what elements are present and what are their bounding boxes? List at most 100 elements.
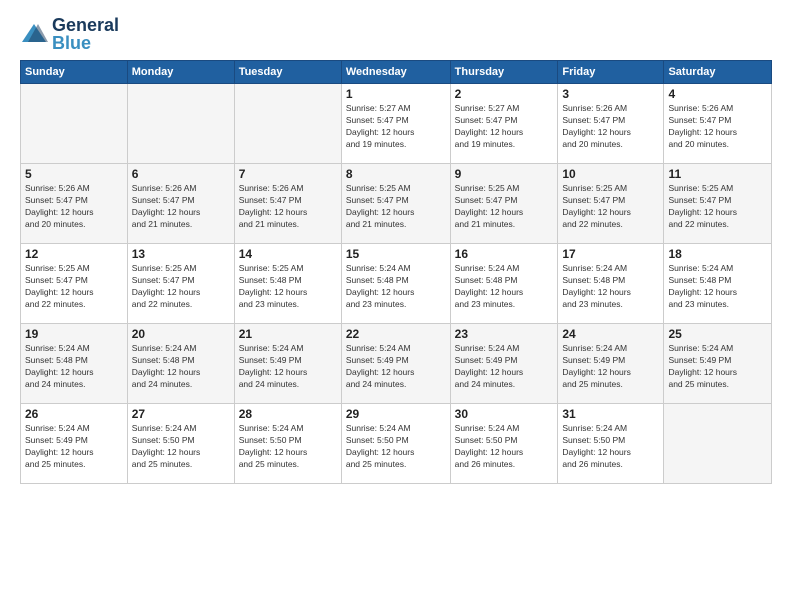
day-cell: 21 Sunrise: 5:24 AM Sunset: 5:49 PM Dayli… bbox=[234, 324, 341, 404]
day-cell: 29 Sunrise: 5:24 AM Sunset: 5:50 PM Dayli… bbox=[341, 404, 450, 484]
day-cell: 9 Sunrise: 5:25 AM Sunset: 5:47 PM Daylig… bbox=[450, 164, 558, 244]
day-info: Sunrise: 5:25 AM Sunset: 5:47 PM Dayligh… bbox=[455, 183, 554, 231]
day-info: Sunrise: 5:26 AM Sunset: 5:47 PM Dayligh… bbox=[668, 103, 767, 151]
day-info: Sunrise: 5:27 AM Sunset: 5:47 PM Dayligh… bbox=[346, 103, 446, 151]
weekday-header-saturday: Saturday bbox=[664, 61, 772, 84]
day-info: Sunrise: 5:24 AM Sunset: 5:48 PM Dayligh… bbox=[668, 263, 767, 311]
day-info: Sunrise: 5:24 AM Sunset: 5:49 PM Dayligh… bbox=[668, 343, 767, 391]
weekday-header-tuesday: Tuesday bbox=[234, 61, 341, 84]
day-number: 12 bbox=[25, 247, 123, 261]
day-info: Sunrise: 5:24 AM Sunset: 5:49 PM Dayligh… bbox=[239, 343, 337, 391]
weekday-header-sunday: Sunday bbox=[21, 61, 128, 84]
day-info: Sunrise: 5:25 AM Sunset: 5:47 PM Dayligh… bbox=[346, 183, 446, 231]
week-row-2: 5 Sunrise: 5:26 AM Sunset: 5:47 PM Daylig… bbox=[21, 164, 772, 244]
day-cell: 26Sunrise: 5:24 AM Sunset: 5:49 PM Dayli… bbox=[21, 404, 128, 484]
logo-icon bbox=[20, 22, 48, 46]
day-cell: 25 Sunrise: 5:24 AM Sunset: 5:49 PM Dayli… bbox=[664, 324, 772, 404]
day-info: Sunrise: 5:24 AM Sunset: 5:50 PM Dayligh… bbox=[132, 423, 230, 471]
day-info: Sunrise: 5:24 AM Sunset: 5:50 PM Dayligh… bbox=[562, 423, 659, 471]
day-number: 14 bbox=[239, 247, 337, 261]
day-cell: 22Sunrise: 5:24 AM Sunset: 5:49 PM Dayli… bbox=[341, 324, 450, 404]
day-number: 9 bbox=[455, 167, 554, 181]
day-cell: 6 Sunrise: 5:26 AM Sunset: 5:47 PM Daylig… bbox=[127, 164, 234, 244]
day-info: Sunrise: 5:24 AM Sunset: 5:50 PM Dayligh… bbox=[455, 423, 554, 471]
day-cell bbox=[234, 84, 341, 164]
weekday-header-row: SundayMondayTuesdayWednesdayThursdayFrid… bbox=[21, 61, 772, 84]
day-cell: 15 Sunrise: 5:24 AM Sunset: 5:48 PM Dayli… bbox=[341, 244, 450, 324]
header: GeneralBlue bbox=[20, 16, 772, 52]
day-number: 31 bbox=[562, 407, 659, 421]
day-info: Sunrise: 5:24 AM Sunset: 5:48 PM Dayligh… bbox=[562, 263, 659, 311]
day-number: 6 bbox=[132, 167, 230, 181]
logo-text: GeneralBlue bbox=[52, 16, 119, 52]
day-number: 21 bbox=[239, 327, 337, 341]
day-cell: 7Sunrise: 5:26 AM Sunset: 5:47 PM Daylig… bbox=[234, 164, 341, 244]
day-info: Sunrise: 5:24 AM Sunset: 5:48 PM Dayligh… bbox=[346, 263, 446, 311]
day-cell: 20 Sunrise: 5:24 AM Sunset: 5:48 PM Dayli… bbox=[127, 324, 234, 404]
day-cell bbox=[21, 84, 128, 164]
week-row-4: 19 Sunrise: 5:24 AM Sunset: 5:48 PM Dayli… bbox=[21, 324, 772, 404]
day-number: 25 bbox=[668, 327, 767, 341]
week-row-3: 12 Sunrise: 5:25 AM Sunset: 5:47 PM Dayli… bbox=[21, 244, 772, 324]
day-cell: 18 Sunrise: 5:24 AM Sunset: 5:48 PM Dayli… bbox=[664, 244, 772, 324]
day-number: 5 bbox=[25, 167, 123, 181]
day-info: Sunrise: 5:26 AM Sunset: 5:47 PM Dayligh… bbox=[562, 103, 659, 151]
weekday-header-thursday: Thursday bbox=[450, 61, 558, 84]
day-cell bbox=[127, 84, 234, 164]
day-cell bbox=[664, 404, 772, 484]
day-info: Sunrise: 5:25 AM Sunset: 5:47 PM Dayligh… bbox=[25, 263, 123, 311]
day-cell: 24Sunrise: 5:24 AM Sunset: 5:49 PM Dayli… bbox=[558, 324, 664, 404]
day-number: 2 bbox=[455, 87, 554, 101]
logo: GeneralBlue bbox=[20, 16, 119, 52]
day-info: Sunrise: 5:24 AM Sunset: 5:48 PM Dayligh… bbox=[455, 263, 554, 311]
day-number: 20 bbox=[132, 327, 230, 341]
day-info: Sunrise: 5:26 AM Sunset: 5:47 PM Dayligh… bbox=[132, 183, 230, 231]
day-number: 19 bbox=[25, 327, 123, 341]
day-cell: 4 Sunrise: 5:26 AM Sunset: 5:47 PM Daylig… bbox=[664, 84, 772, 164]
day-number: 13 bbox=[132, 247, 230, 261]
day-number: 16 bbox=[455, 247, 554, 261]
day-number: 10 bbox=[562, 167, 659, 181]
day-number: 8 bbox=[346, 167, 446, 181]
day-info: Sunrise: 5:25 AM Sunset: 5:47 PM Dayligh… bbox=[668, 183, 767, 231]
day-info: Sunrise: 5:24 AM Sunset: 5:49 PM Dayligh… bbox=[455, 343, 554, 391]
day-number: 18 bbox=[668, 247, 767, 261]
day-number: 29 bbox=[346, 407, 446, 421]
day-number: 28 bbox=[239, 407, 337, 421]
day-info: Sunrise: 5:24 AM Sunset: 5:49 PM Dayligh… bbox=[562, 343, 659, 391]
day-number: 3 bbox=[562, 87, 659, 101]
day-number: 26 bbox=[25, 407, 123, 421]
day-cell: 19 Sunrise: 5:24 AM Sunset: 5:48 PM Dayli… bbox=[21, 324, 128, 404]
day-cell: 17 Sunrise: 5:24 AM Sunset: 5:48 PM Dayli… bbox=[558, 244, 664, 324]
day-number: 17 bbox=[562, 247, 659, 261]
page: GeneralBlue SundayMondayTuesdayWednesday… bbox=[0, 0, 792, 612]
day-cell: 2Sunrise: 5:27 AM Sunset: 5:47 PM Daylig… bbox=[450, 84, 558, 164]
day-cell: 10 Sunrise: 5:25 AM Sunset: 5:47 PM Dayli… bbox=[558, 164, 664, 244]
day-cell: 8 Sunrise: 5:25 AM Sunset: 5:47 PM Daylig… bbox=[341, 164, 450, 244]
day-info: Sunrise: 5:24 AM Sunset: 5:50 PM Dayligh… bbox=[346, 423, 446, 471]
day-cell: 11 Sunrise: 5:25 AM Sunset: 5:47 PM Dayli… bbox=[664, 164, 772, 244]
day-number: 15 bbox=[346, 247, 446, 261]
day-cell: 30Sunrise: 5:24 AM Sunset: 5:50 PM Dayli… bbox=[450, 404, 558, 484]
day-cell: 28 Sunrise: 5:24 AM Sunset: 5:50 PM Dayli… bbox=[234, 404, 341, 484]
day-cell: 13 Sunrise: 5:25 AM Sunset: 5:47 PM Dayli… bbox=[127, 244, 234, 324]
day-number: 27 bbox=[132, 407, 230, 421]
day-info: Sunrise: 5:26 AM Sunset: 5:47 PM Dayligh… bbox=[25, 183, 123, 231]
day-info: Sunrise: 5:25 AM Sunset: 5:47 PM Dayligh… bbox=[562, 183, 659, 231]
day-info: Sunrise: 5:25 AM Sunset: 5:47 PM Dayligh… bbox=[132, 263, 230, 311]
day-number: 4 bbox=[668, 87, 767, 101]
day-cell: 27 Sunrise: 5:24 AM Sunset: 5:50 PM Dayli… bbox=[127, 404, 234, 484]
day-info: Sunrise: 5:24 AM Sunset: 5:48 PM Dayligh… bbox=[25, 343, 123, 391]
day-number: 7 bbox=[239, 167, 337, 181]
day-cell: 31 Sunrise: 5:24 AM Sunset: 5:50 PM Dayli… bbox=[558, 404, 664, 484]
day-info: Sunrise: 5:24 AM Sunset: 5:48 PM Dayligh… bbox=[132, 343, 230, 391]
calendar: SundayMondayTuesdayWednesdayThursdayFrid… bbox=[20, 60, 772, 484]
day-info: Sunrise: 5:24 AM Sunset: 5:50 PM Dayligh… bbox=[239, 423, 337, 471]
week-row-5: 26Sunrise: 5:24 AM Sunset: 5:49 PM Dayli… bbox=[21, 404, 772, 484]
weekday-header-friday: Friday bbox=[558, 61, 664, 84]
weekday-header-monday: Monday bbox=[127, 61, 234, 84]
day-number: 11 bbox=[668, 167, 767, 181]
day-number: 23 bbox=[455, 327, 554, 341]
weekday-header-wednesday: Wednesday bbox=[341, 61, 450, 84]
day-number: 1 bbox=[346, 87, 446, 101]
